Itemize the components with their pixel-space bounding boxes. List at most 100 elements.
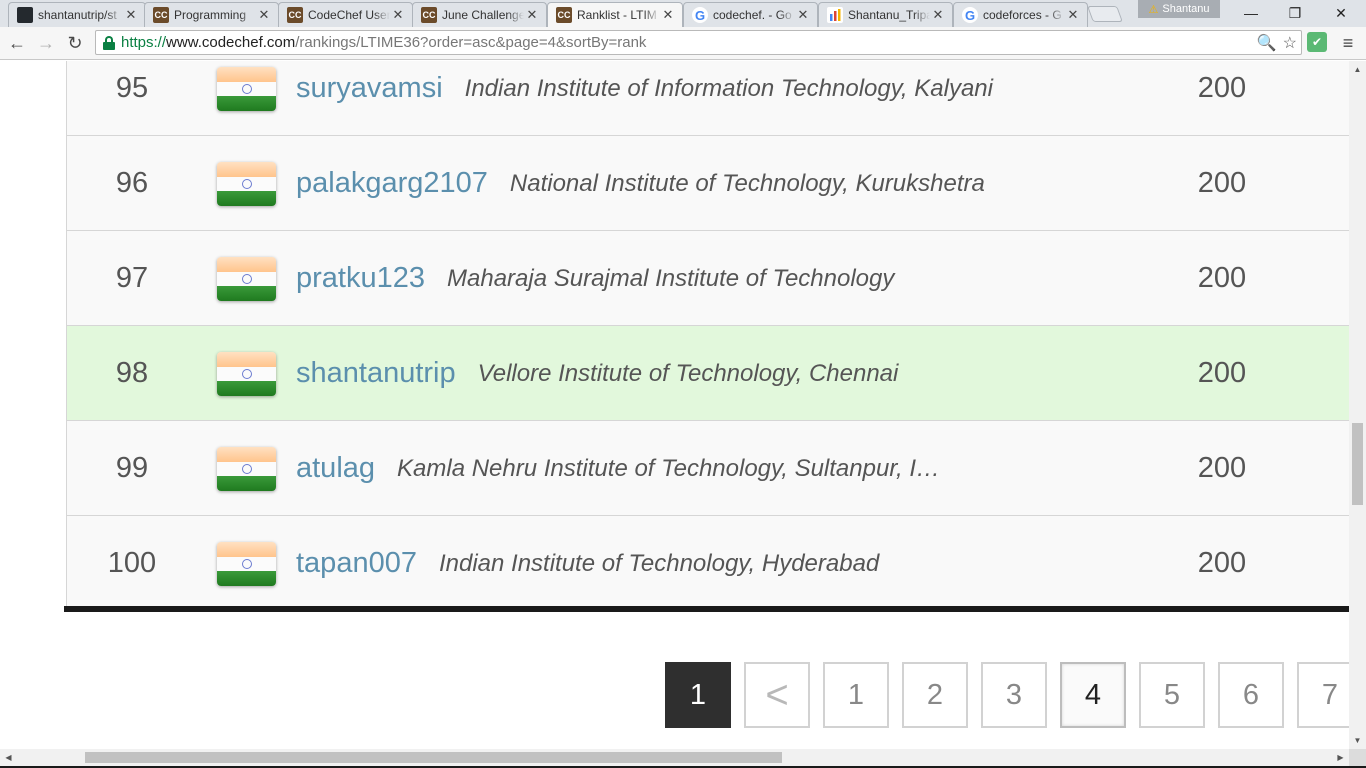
tab-programming[interactable]: CC Programming ✕ [144, 2, 279, 27]
new-tab-button[interactable] [1087, 6, 1123, 22]
tab-codechef-google[interactable]: G codechef. - Go ✕ [683, 2, 818, 27]
tab-close-icon[interactable]: ✕ [1065, 7, 1081, 23]
tab-close-icon[interactable]: ✕ [123, 7, 139, 23]
india-flag-icon [217, 67, 276, 111]
username-link[interactable]: atulag [296, 452, 375, 485]
tab-title: CodeChef User [308, 8, 390, 22]
lock-icon [102, 35, 116, 50]
extension-icon[interactable]: ✔ [1307, 32, 1327, 52]
india-flag-icon [217, 542, 276, 586]
institution: National Institute of Technology, Kuruks… [509, 169, 985, 197]
page-button-1[interactable]: 1 [823, 662, 889, 728]
back-arrow-icon: ← [8, 32, 26, 53]
minimize-icon: — [1244, 5, 1258, 21]
prev-page-button[interactable]: < [744, 662, 810, 728]
institution: Indian Institute of Information Technolo… [464, 74, 993, 102]
codechef-icon: CC [153, 7, 169, 23]
page-button-5[interactable]: 5 [1139, 662, 1205, 728]
tab-shantanu-sheet[interactable]: Shantanu_Tripa ✕ [818, 2, 953, 27]
tab-close-icon[interactable]: ✕ [930, 7, 946, 23]
page-button-7[interactable]: 7 [1297, 662, 1349, 728]
tab-codeforces-google[interactable]: G codeforces - G ✕ [953, 2, 1088, 27]
google-icon: G [962, 7, 978, 23]
table-bottom-border [64, 606, 1349, 612]
minimize-button[interactable]: — [1228, 0, 1274, 26]
profile-name: Shantanu [1162, 3, 1210, 15]
page-button-3[interactable]: 3 [981, 662, 1047, 728]
scroll-left-icon[interactable]: ◀ [0, 749, 17, 766]
scroll-down-icon[interactable]: ▼ [1349, 732, 1366, 749]
table-row: 100 tapan007 Indian Institute of Technolo… [66, 516, 1349, 611]
tab-title: June Challenge [442, 8, 524, 22]
tab-title: Ranklist - LTIM [577, 8, 657, 22]
horizontal-scrollbar[interactable]: ◀ ▶ [0, 749, 1349, 766]
page-button-4-current[interactable]: 4 [1060, 662, 1126, 728]
chrome-menu-icon[interactable]: ≡ [1338, 31, 1358, 55]
vertical-scroll-thumb[interactable] [1352, 423, 1363, 505]
rank-cell: 100 [107, 547, 157, 579]
username-link[interactable]: tapan007 [296, 547, 417, 580]
india-flag-icon [217, 447, 276, 491]
username-link[interactable]: pratku123 [296, 262, 425, 295]
address-bar[interactable]: https://www.codechef.com/rankings/LTIME3… [95, 30, 1302, 55]
tab-ranklist[interactable]: CC Ranklist - LTIM ✕ [547, 2, 683, 27]
username-link[interactable]: suryavamsi [296, 72, 443, 105]
url-path: /rankings/LTIME36?order=asc&page=4&sortB… [295, 34, 647, 51]
vertical-scrollbar[interactable]: ▲ ▼ [1349, 61, 1366, 749]
score-cell: 200 [1197, 357, 1247, 389]
tab-title: shantanutrip/st [38, 8, 117, 22]
table-row: 99 atulag Kamla Nehru Institute of Techno… [66, 421, 1349, 516]
institution: Maharaja Surajmal Institute of Technolog… [447, 264, 895, 292]
scroll-up-icon[interactable]: ▲ [1349, 61, 1366, 78]
rank-cell: 97 [115, 262, 149, 294]
rank-cell: 96 [115, 167, 149, 199]
github-icon [17, 7, 33, 23]
score-cell: 200 [1197, 547, 1247, 579]
close-icon: ✕ [1335, 4, 1347, 21]
tab-close-icon[interactable]: ✕ [795, 7, 811, 23]
close-window-button[interactable]: ✕ [1318, 0, 1364, 26]
page-button-6[interactable]: 6 [1218, 662, 1284, 728]
tab-title: Shantanu_Tripa [848, 8, 930, 22]
codechef-icon: CC [556, 7, 572, 23]
username-link[interactable]: palakgarg2107 [296, 167, 488, 200]
sheets-icon [827, 7, 843, 23]
tab-github[interactable]: shantanutrip/st ✕ [8, 2, 146, 27]
rank-cell: 98 [115, 357, 149, 389]
score-cell: 200 [1197, 72, 1247, 104]
score-cell: 200 [1197, 262, 1247, 294]
forward-arrow-icon: → [37, 32, 55, 53]
table-row: 97 pratku123 Maharaja Surajmal Institute … [66, 231, 1349, 326]
url-scheme: https:// [121, 34, 167, 51]
rank-cell: 99 [115, 452, 149, 484]
tab-close-icon[interactable]: ✕ [660, 7, 676, 23]
score-cell: 200 [1197, 167, 1247, 199]
tab-title: Programming [174, 8, 247, 22]
tab-codechef-user[interactable]: CC CodeChef User ✕ [278, 2, 413, 27]
forward-button[interactable]: → [34, 31, 58, 55]
codechef-icon: CC [421, 7, 437, 23]
horizontal-scroll-thumb[interactable] [85, 752, 782, 763]
page-button-2[interactable]: 2 [902, 662, 968, 728]
reload-button[interactable]: ↻ [63, 31, 87, 55]
first-page-button[interactable]: 1 [665, 662, 731, 728]
warning-icon: ⚠ [1148, 3, 1159, 16]
pagination: 1 < 1 2 3 4 5 6 7 [665, 662, 1349, 730]
back-button[interactable]: ← [5, 31, 29, 55]
tab-close-icon[interactable]: ✕ [390, 7, 406, 23]
scrollbar-corner [1349, 749, 1366, 766]
zoom-icon[interactable]: 🔍 [1257, 33, 1277, 53]
score-cell: 200 [1197, 452, 1247, 484]
tab-close-icon[interactable]: ✕ [524, 7, 540, 23]
tab-close-icon[interactable]: ✕ [256, 7, 272, 23]
username-link[interactable]: shantanutrip [296, 357, 456, 390]
ranklist-table: 95 suryavamsi Indian Institute of Informa… [66, 61, 1349, 611]
bookmark-star-icon[interactable]: ☆ [1283, 33, 1297, 53]
codechef-icon: CC [287, 7, 303, 23]
tab-june-challenge[interactable]: CC June Challenge ✕ [412, 2, 547, 27]
tab-title: codechef. - Go [713, 8, 792, 22]
scroll-right-icon[interactable]: ▶ [1332, 749, 1349, 766]
table-row-current-user: 98 shantanutrip Vellore Institute of Tech… [66, 326, 1349, 421]
restore-button[interactable]: ❐ [1272, 0, 1318, 26]
profile-button[interactable]: ⚠ Shantanu [1138, 0, 1220, 18]
